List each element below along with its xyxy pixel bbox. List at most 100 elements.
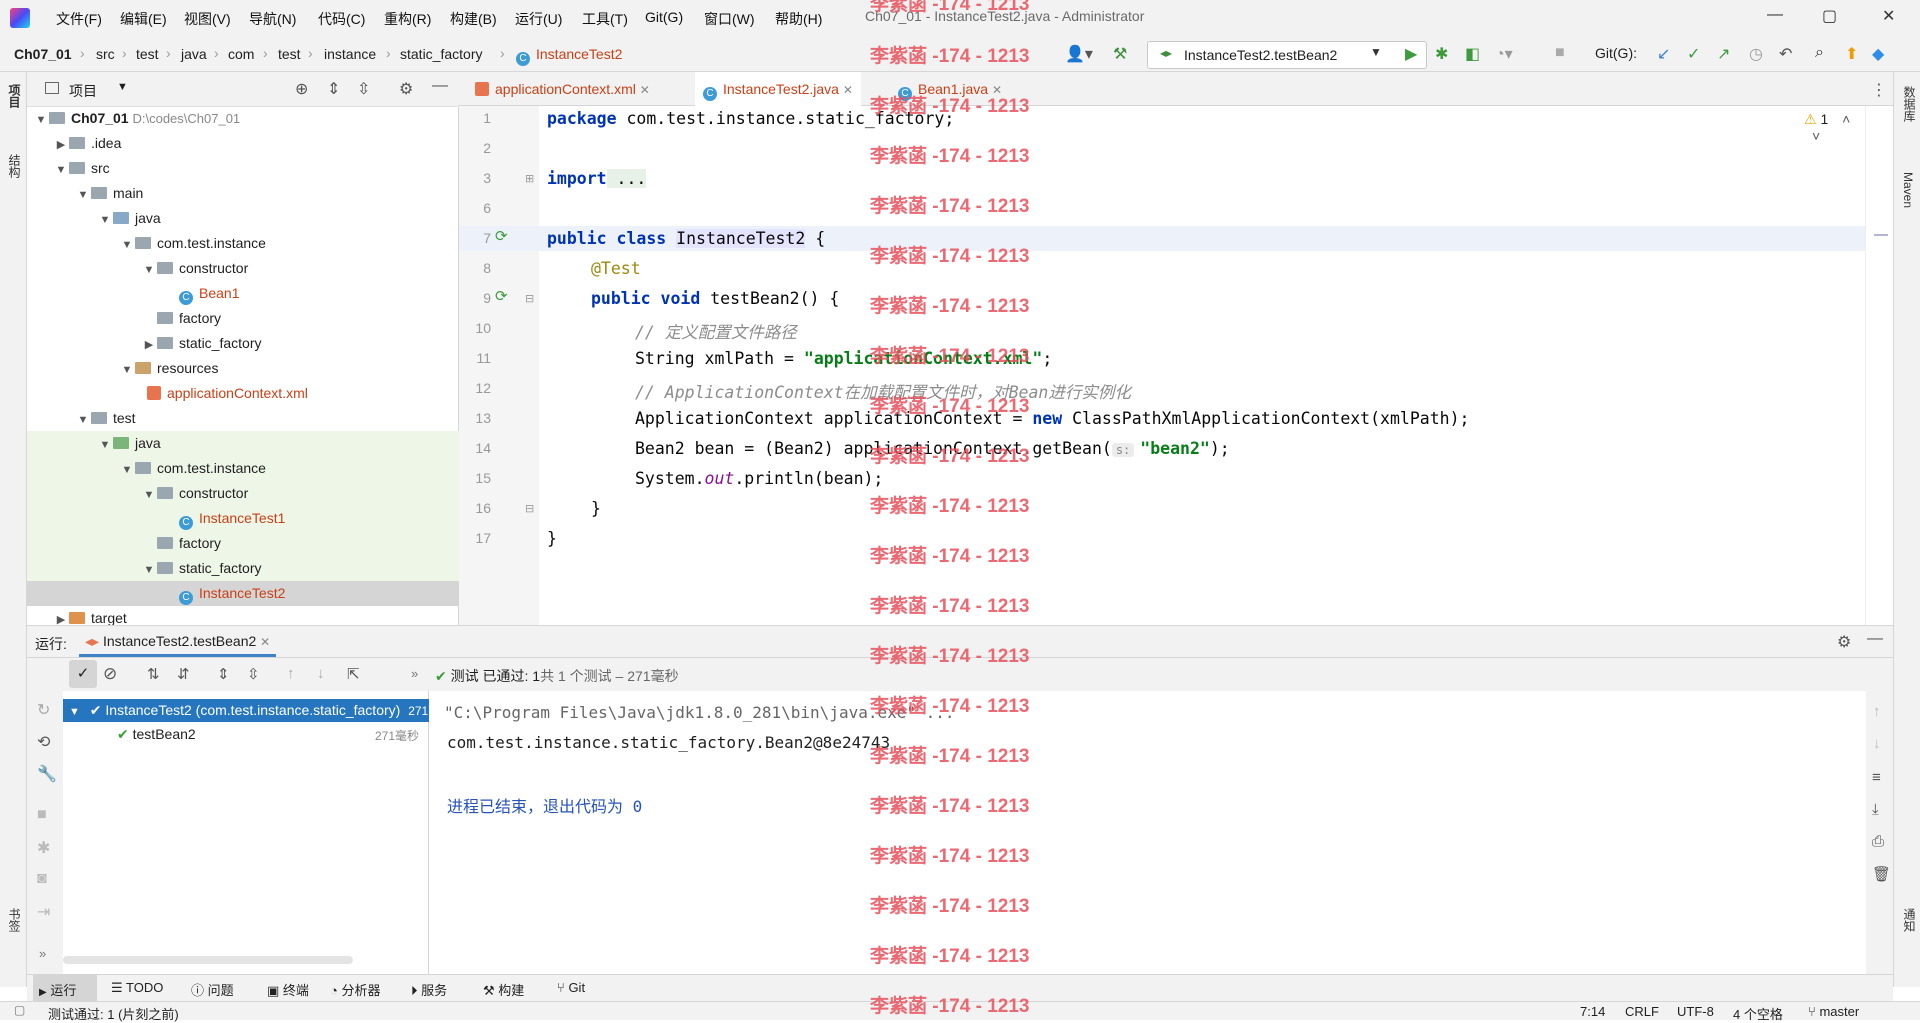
expand-all-icon[interactable]: ⇕: [217, 665, 230, 683]
editor-scrollbar[interactable]: [1865, 106, 1893, 625]
tree-item[interactable]: ▼ com.test.instance: [119, 231, 266, 256]
show-passed-icon[interactable]: ✓: [69, 660, 97, 688]
close-icon[interactable]: ✕: [992, 83, 1002, 97]
hide-panel-icon[interactable]: —: [1867, 630, 1883, 648]
hide-panel-icon[interactable]: —: [432, 77, 448, 95]
bottom-tab-terminal[interactable]: ▣ 终端: [267, 980, 309, 999]
close-icon[interactable]: ✕: [843, 83, 853, 97]
structure-tool-button[interactable]: 结构: [6, 154, 23, 178]
caret-position[interactable]: 7:14: [1580, 1004, 1605, 1019]
test-suite-row[interactable]: ▼ ✔ InstanceTest2 (com.test.instance.sta…: [63, 699, 429, 722]
breadcrumb-item[interactable]: test: [278, 46, 301, 62]
arrow-up-icon[interactable]: ↑: [287, 665, 295, 682]
hammer-build-icon[interactable]: ⚒: [1113, 44, 1127, 64]
wrench-icon[interactable]: 🔧: [37, 764, 57, 784]
gear-icon[interactable]: ⚙: [399, 79, 413, 99]
bottom-tab-run[interactable]: ▶ 运行: [39, 980, 76, 999]
menu-navigate[interactable]: 导航(N): [249, 9, 296, 29]
exit-icon[interactable]: ⇥: [37, 902, 50, 922]
soft-wrap-icon[interactable]: ≡: [1872, 769, 1881, 786]
stop-icon[interactable]: ■: [37, 806, 47, 824]
breadcrumb-item[interactable]: test: [136, 46, 159, 62]
breadcrumb-item[interactable]: instance: [324, 46, 376, 62]
debug-icon[interactable]: ✱: [1435, 44, 1448, 64]
plugin-icon[interactable]: ◆: [1872, 44, 1884, 64]
export-icon[interactable]: ⇱: [347, 665, 360, 683]
inspection-widget[interactable]: ⚠ 1 ˄ ˅: [1804, 111, 1865, 144]
locate-icon[interactable]: ⊕: [295, 79, 308, 99]
file-encoding[interactable]: UTF-8: [1677, 1004, 1714, 1019]
close-icon[interactable]: ✕: [640, 83, 650, 97]
print-icon[interactable]: ⎙: [1872, 833, 1884, 850]
run-gutter-icon[interactable]: ⟳: [495, 227, 508, 245]
breadcrumb-item[interactable]: com: [228, 46, 254, 62]
project-panel-title[interactable]: 项目: [69, 81, 97, 101]
run-gutter-icon[interactable]: ⟳: [495, 287, 508, 305]
code-editor[interactable]: package com.test.instance.static_factory…: [539, 106, 1865, 625]
status-message[interactable]: 测试通过: 1 (片刻之前): [48, 1004, 179, 1023]
tree-item[interactable]: ▼ java: [97, 206, 161, 231]
tree-item[interactable]: ▼ com.test.instance: [119, 456, 266, 481]
menu-run[interactable]: 运行(U): [515, 9, 562, 29]
tree-item[interactable]: factory: [157, 306, 221, 331]
sort-duration-icon[interactable]: ⇵: [177, 665, 190, 683]
close-icon[interactable]: ✕: [260, 635, 270, 649]
project-tool-button[interactable]: 项目: [6, 84, 23, 108]
debug-icon[interactable]: ✱: [37, 838, 50, 858]
chevron-down-icon[interactable]: ˅: [1812, 128, 1820, 144]
tree-item[interactable]: ▼ main: [75, 181, 144, 206]
bottom-tab-services[interactable]: ⏵ 服务: [411, 980, 447, 999]
breadcrumb-item[interactable]: java: [181, 46, 207, 62]
camera-icon[interactable]: ◙: [37, 870, 47, 888]
tab-instance-test2[interactable]: C InstanceTest2.java ✕: [695, 72, 861, 109]
status-panel-icon[interactable]: ▢: [14, 1003, 25, 1017]
tree-item[interactable]: factory: [157, 531, 221, 556]
breadcrumb-item-current[interactable]: C InstanceTest2: [516, 46, 622, 66]
bottom-tab-build[interactable]: ⚒ 构建: [483, 980, 524, 999]
trash-icon[interactable]: 🗑: [1872, 865, 1891, 883]
menu-file[interactable]: 文件(F): [56, 9, 102, 29]
tree-item[interactable]: ▶ .idea: [53, 131, 122, 156]
search-icon[interactable]: ⌕: [1815, 44, 1824, 62]
notifications-tool-button[interactable]: 通知: [1901, 908, 1918, 932]
menu-code[interactable]: 代码(C): [318, 9, 365, 29]
bookmarks-tool-button[interactable]: 书签: [6, 908, 23, 932]
collapse-all-icon[interactable]: ⇳: [357, 79, 370, 99]
run-config-select[interactable]: ◂▸ InstanceTest2.testBean2 ▼: [1147, 41, 1427, 69]
bottom-tab-profiler[interactable]: ◔ 分析器: [330, 980, 381, 999]
more-icon[interactable]: »: [411, 666, 418, 681]
profile-icon[interactable]: ◔▾: [1495, 44, 1513, 64]
menu-help[interactable]: 帮助(H): [775, 9, 822, 29]
history-icon[interactable]: ◷: [1749, 44, 1763, 64]
maven-tool-button[interactable]: Maven: [1901, 172, 1915, 208]
chevron-down-icon[interactable]: ▼: [117, 81, 128, 93]
bottom-tab-todo[interactable]: ☰ TODO: [111, 980, 163, 996]
bottom-tab-git[interactable]: ⑂ Git: [557, 980, 585, 995]
tree-item[interactable]: ▼ src: [53, 156, 110, 181]
toggle-auto-test-icon[interactable]: ⟲: [37, 732, 50, 752]
line-separator[interactable]: CRLF: [1625, 1004, 1659, 1019]
git-push-icon[interactable]: ↗: [1717, 44, 1730, 64]
breadcrumb-item[interactable]: Ch07_01: [14, 46, 72, 62]
run-tab[interactable]: ◂▸ InstanceTest2.testBean2 ✕: [79, 626, 277, 657]
scroll-to-end-icon[interactable]: ⤓: [1872, 801, 1879, 818]
tree-item[interactable]: ▼ test: [75, 406, 136, 431]
menu-window[interactable]: 窗口(W): [704, 9, 755, 29]
more-tabs-icon[interactable]: ⋮: [1871, 80, 1887, 100]
fold-icon[interactable]: ⊞: [525, 172, 534, 185]
horizontal-scrollbar[interactable]: [63, 956, 353, 964]
tree-item[interactable]: ▶ target: [53, 606, 127, 625]
tree-item[interactable]: ▼ resources: [119, 356, 219, 381]
tree-item[interactable]: ▼ constructor: [141, 481, 249, 506]
chevron-up-icon[interactable]: ˄: [1842, 111, 1850, 127]
tree-item[interactable]: ▼ static_factory: [141, 556, 262, 581]
fold-icon[interactable]: ⊟: [525, 292, 534, 305]
tree-item[interactable]: ▶ static_factory: [141, 331, 262, 356]
coverage-icon[interactable]: ◧: [1465, 44, 1480, 64]
database-tool-button[interactable]: 数据库: [1901, 86, 1918, 122]
test-case-row[interactable]: ✔ testBean2: [117, 723, 196, 746]
tree-item[interactable]: C InstanceTest1: [179, 506, 285, 531]
arrow-up-icon[interactable]: ↑: [1873, 703, 1881, 720]
gear-icon[interactable]: ⚙: [1837, 632, 1851, 652]
breadcrumb-item[interactable]: src: [96, 46, 115, 62]
